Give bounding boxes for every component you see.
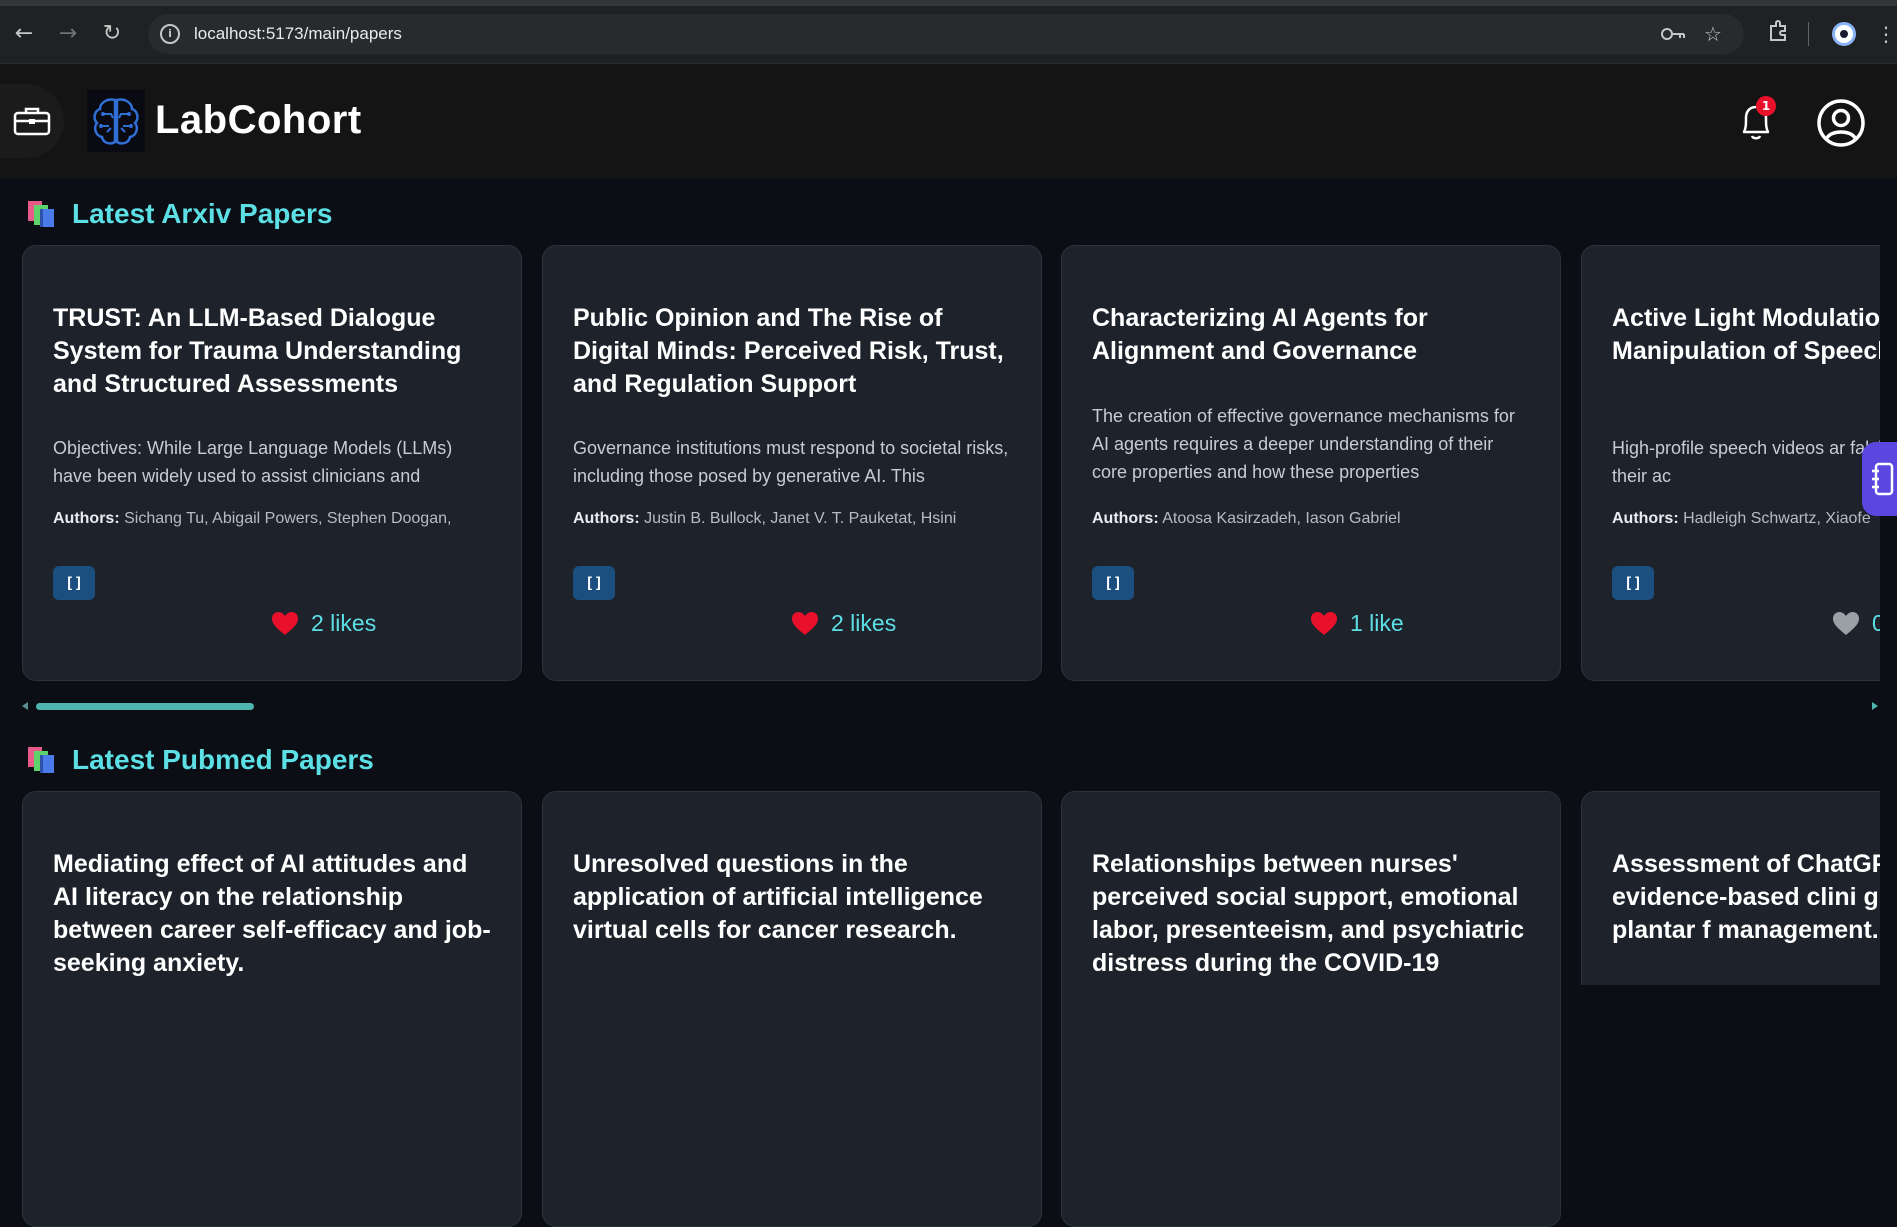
app-title[interactable]: LabCohort [155,98,362,143]
paper-abstract: Governance institutions must respond to … [573,438,1009,486]
paper-abstract: High-profile speech videos ar falsificat… [1612,438,1880,486]
carousel-scrollbar[interactable] [22,700,1878,712]
likes-count: 1 like [1350,610,1404,636]
paper-abstract: Objectives: While Large Language Models … [53,438,453,486]
pubmed-section-heading: Latest Pubmed Papers [26,744,374,776]
likes-control[interactable]: 0 [1832,610,1880,637]
books-icon [26,745,58,775]
paper-authors: Authors: Justin B. Bullock, Janet V. T. … [573,510,957,527]
paper-title[interactable]: Assessment of ChatGPT to evidence-based … [1612,848,1880,947]
toolbar-separator [1808,22,1809,46]
paper-card[interactable]: Mediating effect of AI attitudes and AI … [22,791,522,1227]
heart-icon[interactable] [1310,611,1338,637]
paper-title[interactable]: TRUST: An LLM-Based Dialogue System for … [53,302,493,401]
profile-avatar[interactable] [1832,22,1856,46]
paper-card[interactable]: Assessment of ChatGPT to evidence-based … [1581,791,1880,985]
paper-card[interactable]: Public Opinion and The Rise of Digital M… [542,245,1042,681]
menu-kebab-icon[interactable]: ⋮ [1872,20,1897,48]
likes-control[interactable]: 1 like [1310,610,1404,637]
arxiv-section-heading: Latest Arxiv Papers [26,198,332,230]
paper-title[interactable]: Unresolved questions in the application … [573,848,1013,947]
forward-icon[interactable]: → [54,20,82,48]
paper-title[interactable]: Mediating effect of AI attitudes and AI … [53,848,493,980]
paper-authors: Authors: Atoosa Kasirzadeh, Iason Gabrie… [1092,510,1401,527]
section-title: Latest Pubmed Papers [72,744,374,775]
paper-card[interactable]: Characterizing AI Agents for Alignment a… [1061,245,1561,681]
paper-card[interactable]: Active Light Modulation Manipulation of … [1581,245,1880,681]
paper-card[interactable]: TRUST: An LLM-Based Dialogue System for … [22,245,522,681]
url-text[interactable]: localhost:5173/main/papers [194,24,402,44]
paper-title[interactable]: Active Light Modulation Manipulation of … [1612,302,1880,368]
extensions-icon[interactable] [1764,20,1792,48]
key-icon[interactable] [1660,24,1686,47]
back-icon[interactable]: ← [10,20,38,48]
notebook-icon[interactable] [1870,461,1894,497]
pdf-button[interactable]: [] [1612,566,1654,600]
brain-logo-icon [87,90,145,152]
scroll-right-arrow-icon[interactable] [1872,702,1878,710]
likes-control[interactable]: 2 likes [791,610,896,637]
bookmark-star-icon[interactable]: ☆ [1704,24,1722,44]
address-bar[interactable]: i localhost:5173/main/papers ☆ [148,14,1744,54]
paper-card[interactable]: Unresolved questions in the application … [542,791,1042,1227]
site-info-icon[interactable]: i [160,24,180,44]
pdf-button[interactable]: [] [53,566,95,600]
tab-strip [0,0,1897,6]
scrollbar-thumb[interactable] [36,703,254,710]
paper-title[interactable]: Relationships between nurses' perceived … [1092,848,1532,980]
heart-icon[interactable] [271,611,299,637]
paper-authors: Authors: Hadleigh Schwartz, Xiaofe [1612,510,1871,527]
paper-title[interactable]: Public Opinion and The Rise of Digital M… [573,302,1013,401]
notes-side-tab[interactable] [1862,442,1897,516]
books-icon [26,199,58,229]
pdf-button[interactable]: [] [1092,566,1134,600]
notification-count-badge: 1 [1756,96,1776,116]
paper-title[interactable]: Characterizing AI Agents for Alignment a… [1092,302,1532,368]
heart-icon[interactable] [1832,611,1860,637]
heart-icon[interactable] [791,611,819,637]
paper-abstract: The creation of effective governance mec… [1092,406,1515,482]
paper-card[interactable]: Relationships between nurses' perceived … [1061,791,1561,1227]
scroll-left-arrow-icon[interactable] [22,702,28,710]
likes-count: 2 likes [311,610,377,636]
likes-count: 2 likes [831,610,897,636]
likes-control[interactable]: 2 likes [271,610,376,637]
likes-count: 0 [1872,610,1880,637]
paper-authors: Authors: Sichang Tu, Abigail Powers, Ste… [53,510,452,527]
pdf-button[interactable]: [] [573,566,615,600]
section-title: Latest Arxiv Papers [72,198,333,229]
browser-toolbar: ← → ↻ i localhost:5173/main/papers ☆ ⋮ [0,0,1897,64]
reload-icon[interactable]: ↻ [98,20,126,48]
user-account-icon[interactable] [1816,98,1866,148]
